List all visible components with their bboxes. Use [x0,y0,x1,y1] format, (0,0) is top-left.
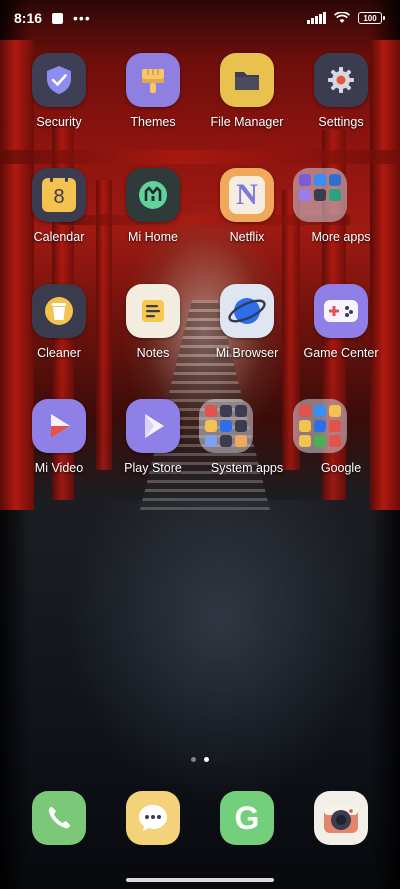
folder-google[interactable]: Google [293,399,389,475]
app-label: Calendar [33,230,85,244]
app-netflix[interactable]: N Netflix [199,168,295,244]
trash-icon [32,284,86,338]
dock-messages[interactable] [126,791,180,845]
app-security[interactable]: Security [11,53,107,129]
app-label: Themes [130,115,176,129]
app-label: Netflix [229,230,265,244]
battery-level: 100 [363,13,377,23]
phone-icon [48,807,70,829]
planet-icon [220,284,274,338]
clock: 8:16 [14,10,43,26]
play-store-icon [126,399,180,453]
page-dot-active[interactable] [204,757,209,762]
app-label: Mi Browser [215,346,279,360]
home-indicator[interactable] [126,878,274,882]
calendar-day: 8 [53,185,65,208]
app-label: Cleaner [37,346,81,360]
mi-home-icon [126,168,180,222]
app-label: Notes [136,346,170,360]
shield-icon [32,53,86,107]
status-bar: 8:16 ••• 100 [0,0,400,36]
folder-more-apps[interactable]: More apps [293,168,389,244]
calendar-icon: 8 [32,168,86,222]
notification-icon [52,12,64,24]
page-indicator [0,757,400,762]
app-label: Mi Video [34,461,84,475]
app-mi-browser[interactable]: Mi Browser [199,284,295,360]
dock-phone[interactable] [32,791,86,845]
app-file-manager[interactable]: File Manager [199,53,295,129]
netflix-letter: N [236,178,258,211]
paintbrush-icon [126,53,180,107]
app-label: Game Center [303,346,379,360]
app-label: Mi Home [127,230,178,244]
app-settings[interactable]: Settings [293,53,389,129]
app-label: Play Store [124,461,182,475]
battery-icon: 100 [358,12,385,24]
dock-google[interactable]: G [220,791,274,845]
app-game-center[interactable]: Game Center [293,284,389,360]
gear-icon [314,53,368,107]
notes-icon [126,284,180,338]
app-themes[interactable]: Themes [105,53,201,129]
netflix-icon: N [220,168,274,222]
app-label: Settings [318,115,364,129]
app-label: More apps [311,230,371,244]
more-notifications-icon: ••• [73,10,91,26]
google-g-icon: G [234,799,260,836]
app-cleaner[interactable]: Cleaner [11,284,107,360]
dock-camera[interactable] [314,791,368,845]
app-mi-video[interactable]: Mi Video [11,399,107,475]
folder-icon [220,53,274,107]
folder-system-apps[interactable]: System apps [199,399,295,475]
app-label: Security [36,115,82,129]
app-calendar[interactable]: 8 Calendar [11,168,107,244]
folder-grid-icon [293,168,347,222]
folder-grid-icon [199,399,253,453]
chat-bubble-icon [139,805,167,831]
gamepad-icon [314,284,368,338]
page-dot[interactable] [191,757,196,762]
app-label: Google [320,461,362,475]
wifi-icon [334,12,350,23]
camera-icon [324,807,358,833]
torii-beam [0,150,400,164]
app-label: File Manager [210,115,284,129]
app-notes[interactable]: Notes [105,284,201,360]
app-mi-home[interactable]: Mi Home [105,168,201,244]
folder-grid-icon [293,399,347,453]
app-label: System apps [210,461,284,475]
signal-icon [307,12,326,24]
app-play-store[interactable]: Play Store [105,399,201,475]
play-triangle-icon [32,399,86,453]
